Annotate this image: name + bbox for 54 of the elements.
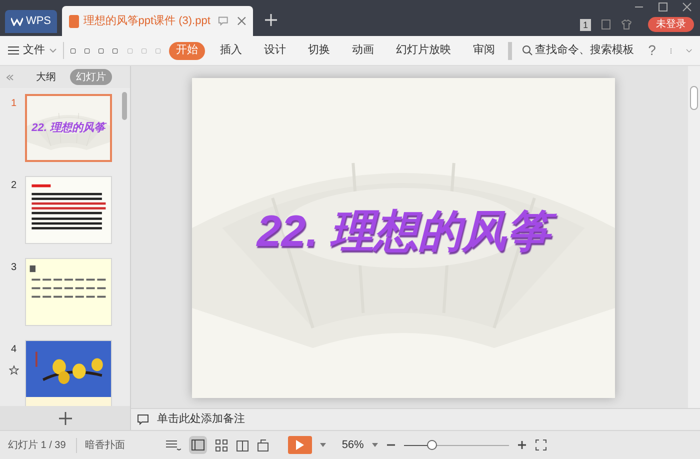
collapse-icon[interactable]: [686, 46, 692, 54]
slide-thumbnail[interactable]: 22. 理想的风筝: [24, 94, 112, 162]
login-button[interactable]: 未登录: [648, 17, 694, 32]
new-tab-icon[interactable]: [265, 14, 277, 26]
shirt-icon[interactable]: [621, 19, 632, 30]
close-icon[interactable]: [236, 16, 246, 26]
slide-number: 2: [11, 179, 17, 193]
maximize-icon[interactable]: [658, 2, 668, 12]
theme-name[interactable]: 暗香扑面: [76, 438, 125, 452]
comment-icon: [137, 414, 149, 425]
slide-title: 22. 理想的风筝: [246, 200, 560, 264]
slide-number: 4: [11, 343, 17, 357]
help-icon[interactable]: ?: [648, 40, 656, 61]
ribbon-tab[interactable]: 审阅: [466, 42, 502, 60]
caret-icon: [49, 48, 57, 53]
search-command-field[interactable]: 查找命令、搜索模板: [522, 42, 634, 59]
close-icon[interactable]: [682, 2, 692, 12]
tab-title: 理想的风筝ppt课件 (3).ppt: [83, 14, 210, 29]
grid-view-icon[interactable]: [214, 438, 228, 452]
thumbnail-title: 22. 理想的风筝: [32, 120, 105, 136]
normal-view-icon[interactable]: [188, 436, 207, 454]
zoom-in-icon[interactable]: [516, 440, 527, 450]
scrollbar-thumb[interactable]: [690, 86, 698, 110]
wps-logo-icon: [11, 17, 23, 26]
home-tab[interactable]: WPS: [5, 10, 57, 33]
camera-icon[interactable]: [256, 438, 270, 452]
document-icon[interactable]: [601, 19, 611, 30]
ribbon-tab[interactable]: 幻灯片放映: [388, 42, 458, 60]
ribbon-tab[interactable]: 设计: [256, 42, 293, 60]
file-menu[interactable]: 文件: [8, 42, 64, 59]
slide-count: 幻灯片 1 / 39: [8, 438, 66, 452]
comment-icon[interactable]: [218, 16, 229, 26]
zoom-level[interactable]: 56%: [342, 436, 364, 454]
scrollbar-thumb[interactable]: [122, 92, 127, 120]
ribbon-tab[interactable]: 动画: [344, 42, 381, 60]
notes-field[interactable]: 单击此处添加备注: [157, 411, 245, 428]
search-icon: [522, 45, 534, 56]
presentation-file-icon: [69, 14, 80, 28]
notes-view-icon[interactable]: [164, 439, 181, 451]
zoom-slider[interactable]: [404, 439, 509, 451]
menu-icon: [8, 46, 19, 55]
panel-tab[interactable]: 大纲: [30, 69, 62, 85]
slide-number: 3: [11, 261, 17, 275]
play-button[interactable]: [288, 436, 312, 454]
add-slide-icon[interactable]: [58, 412, 72, 424]
reading-view-icon[interactable]: [236, 438, 249, 452]
ribbon-tab[interactable]: 切换: [300, 42, 337, 60]
play-icon: [296, 440, 304, 450]
page-badge[interactable]: 1: [580, 18, 591, 30]
ribbon-tab[interactable]: 插入: [212, 42, 249, 60]
slide-thumbnail[interactable]: [24, 340, 112, 406]
fit-window-icon[interactable]: [534, 439, 547, 451]
slide-number: 1: [11, 97, 17, 111]
ribbon-scroll-handle[interactable]: [508, 42, 512, 60]
